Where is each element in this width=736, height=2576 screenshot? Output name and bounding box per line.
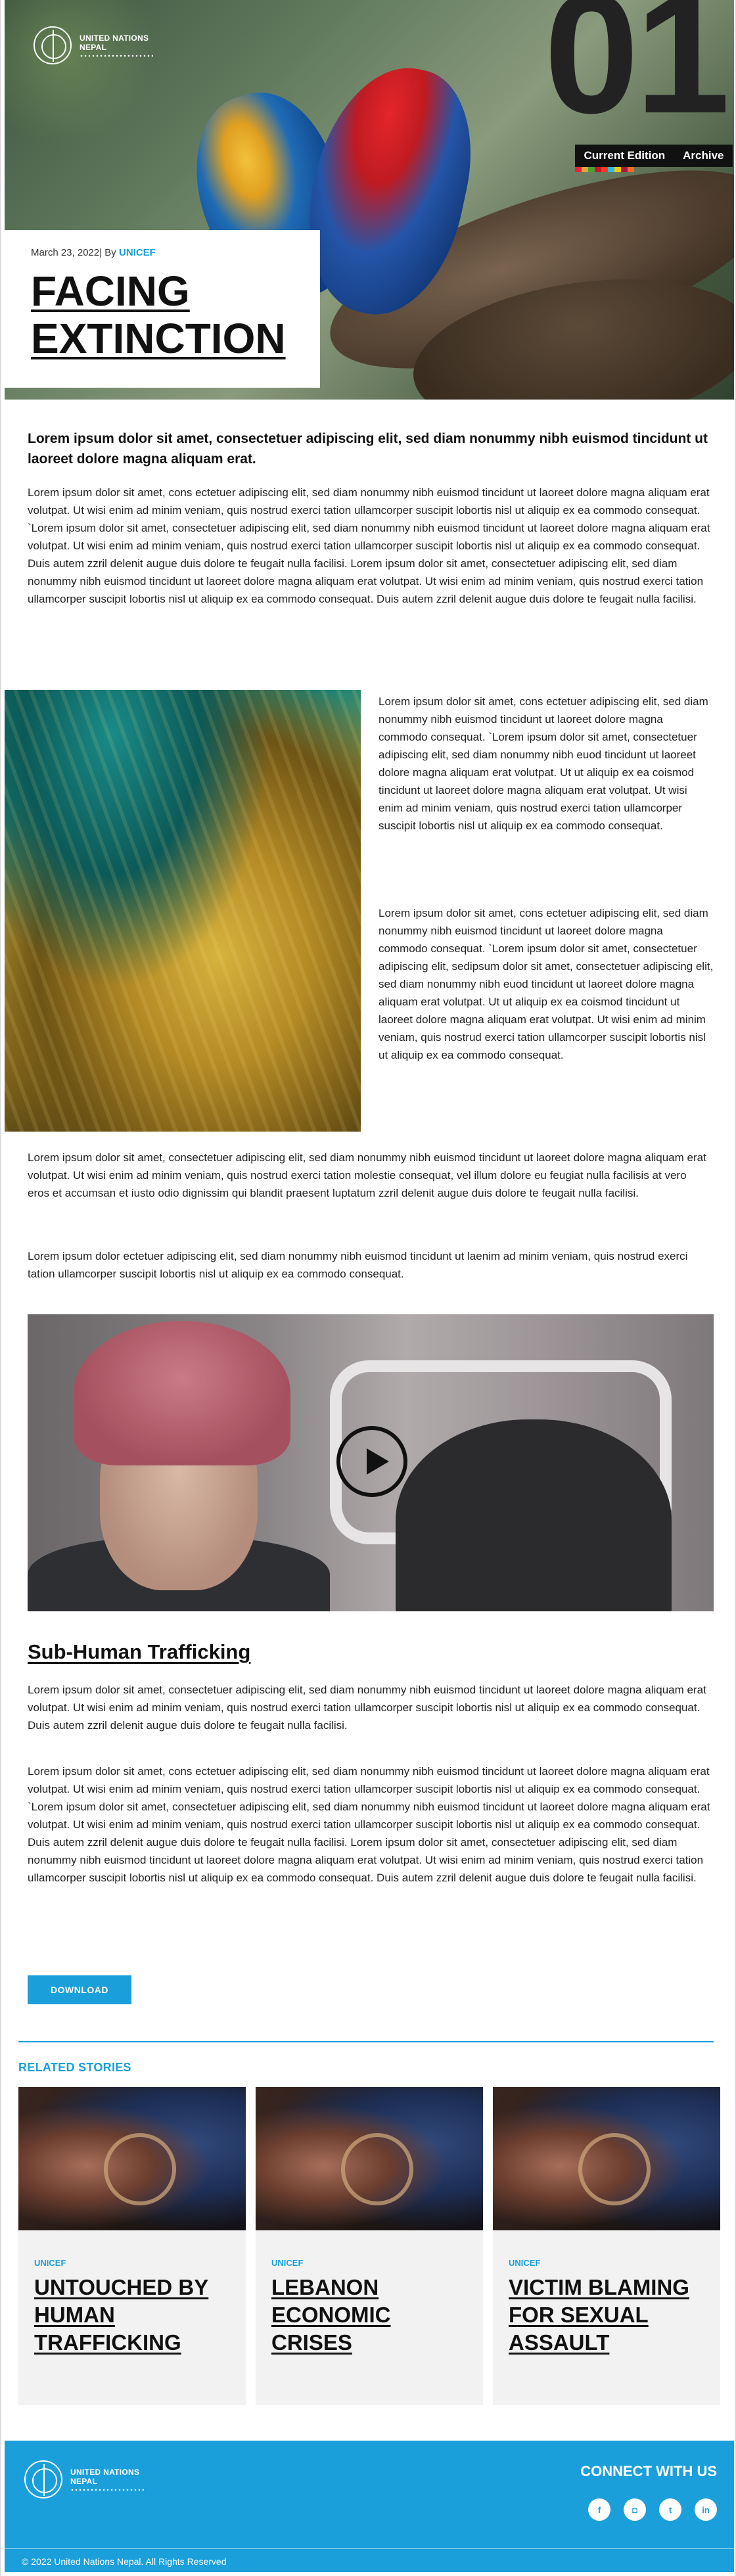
byline-prefix: | By bbox=[99, 247, 119, 258]
story-image bbox=[18, 2087, 246, 2230]
sdg-color-swatch bbox=[582, 167, 588, 172]
sdg-color-swatch bbox=[621, 167, 628, 172]
un-nepal-logo[interactable]: UNITED NATIONS NEPAL bbox=[34, 26, 153, 64]
sdg-color-swatch bbox=[608, 167, 614, 172]
side-paragraph-2: Lorem ipsum dolor sit amet, cons ectetue… bbox=[379, 907, 714, 1061]
article-paragraph-4: Lorem ipsum dolor sit amet, consectetuer… bbox=[28, 1684, 706, 1732]
video-player[interactable] bbox=[28, 1314, 714, 1611]
footer-logo[interactable]: UNITED NATIONS NEPAL bbox=[24, 2460, 144, 2498]
connect-heading: CONNECT WITH US bbox=[580, 2463, 717, 2479]
sdg-color-strip bbox=[575, 167, 634, 172]
sdg-color-swatch bbox=[601, 167, 608, 172]
sdg-color-swatch bbox=[588, 167, 595, 172]
logo-org-line1: UNITED NATIONS bbox=[80, 34, 149, 43]
social-links: f ◘ t in bbox=[588, 2498, 717, 2521]
copyright: © 2022 United Nations Nepal. All Rights … bbox=[22, 2556, 227, 2567]
story-tag: UNICEF bbox=[271, 2258, 304, 2268]
story-title[interactable]: VICTIM BLAMING FOR SEXUAL ASSAULT bbox=[509, 2274, 706, 2357]
article-paragraph-1: Lorem ipsum dolor sit amet, cons ectetue… bbox=[28, 486, 710, 605]
sdg-color-swatch bbox=[595, 167, 601, 172]
linkedin-icon[interactable]: in bbox=[695, 2498, 717, 2521]
related-story-card[interactable]: UNICEF LEBANON ECONOMIC CRISES bbox=[256, 2087, 483, 2405]
edition-nav: Current Edition Archive bbox=[575, 145, 733, 167]
related-story-card[interactable]: UNICEF UNTOUCHED BY HUMAN TRAFFICKING bbox=[18, 2087, 246, 2405]
story-title[interactable]: LEBANON ECONOMIC CRISES bbox=[271, 2274, 469, 2357]
hero-image: UNITED NATIONS NEPAL 01 Current Edition … bbox=[5, 0, 734, 400]
sdg-color-swatch bbox=[628, 167, 634, 172]
page: UNITED NATIONS NEPAL 01 Current Edition … bbox=[0, 0, 736, 2576]
sdg-color-swatch bbox=[614, 167, 621, 172]
footer: UNITED NATIONS NEPAL CONNECT WITH US f ◘… bbox=[5, 2441, 734, 2572]
instagram-icon[interactable]: ◘ bbox=[624, 2498, 646, 2521]
article-date: March 23, 2022 bbox=[31, 247, 100, 258]
logo-dots bbox=[70, 2489, 144, 2491]
story-image bbox=[493, 2087, 720, 2230]
story-image bbox=[256, 2087, 483, 2230]
current-edition-link[interactable]: Current Edition bbox=[584, 149, 665, 162]
story-tag: UNICEF bbox=[34, 2258, 66, 2268]
issue-number: 01 bbox=[543, 0, 730, 149]
logo-org-line1: UNITED NATIONS bbox=[70, 2468, 140, 2477]
logo-org-line2: NEPAL bbox=[70, 2477, 98, 2486]
un-emblem-icon bbox=[24, 2460, 62, 2498]
logo-org-line2: NEPAL bbox=[80, 43, 107, 52]
logo-dots bbox=[80, 55, 153, 57]
download-button[interactable]: DOWNLOAD bbox=[28, 1975, 131, 2004]
related-stories-heading: RELATED STORIES bbox=[18, 2061, 131, 2074]
divider bbox=[18, 2041, 714, 2042]
article-lead: Lorem ipsum dolor sit amet, consectetuer… bbox=[28, 431, 708, 467]
twitter-icon[interactable]: t bbox=[659, 2498, 681, 2521]
play-icon[interactable] bbox=[336, 1426, 407, 1497]
article-paragraph-3: Lorem ipsum dolor ectetuer adipiscing el… bbox=[28, 1250, 688, 1280]
article-paragraph-2: Lorem ipsum dolor sit amet, consectetuer… bbox=[28, 1151, 706, 1199]
side-paragraph-1: Lorem ipsum dolor sit amet, cons ectetue… bbox=[379, 695, 708, 832]
facebook-icon[interactable]: f bbox=[588, 2498, 610, 2521]
footer-divider bbox=[5, 2548, 734, 2549]
story-tag: UNICEF bbox=[509, 2258, 541, 2268]
article-author[interactable]: UNICEF bbox=[119, 247, 156, 258]
section-title: Sub-Human Trafficking bbox=[28, 1640, 251, 1663]
title-card: March 23, 2022| By UNICEF FACING EXTINCT… bbox=[5, 230, 320, 388]
un-emblem-icon bbox=[34, 26, 72, 64]
story-title[interactable]: UNTOUCHED BY HUMAN TRAFFICKING bbox=[34, 2274, 231, 2357]
article-paragraph-5: Lorem ipsum dolor sit amet, cons ectetue… bbox=[28, 1765, 710, 1884]
related-story-card[interactable]: UNICEF VICTIM BLAMING FOR SEXUAL ASSAULT bbox=[493, 2087, 720, 2405]
page-title: FACING EXTINCTION bbox=[31, 267, 286, 362]
article-meta: March 23, 2022| By UNICEF bbox=[31, 247, 320, 258]
archive-link[interactable]: Archive bbox=[683, 149, 724, 162]
sdg-color-swatch bbox=[575, 167, 582, 172]
